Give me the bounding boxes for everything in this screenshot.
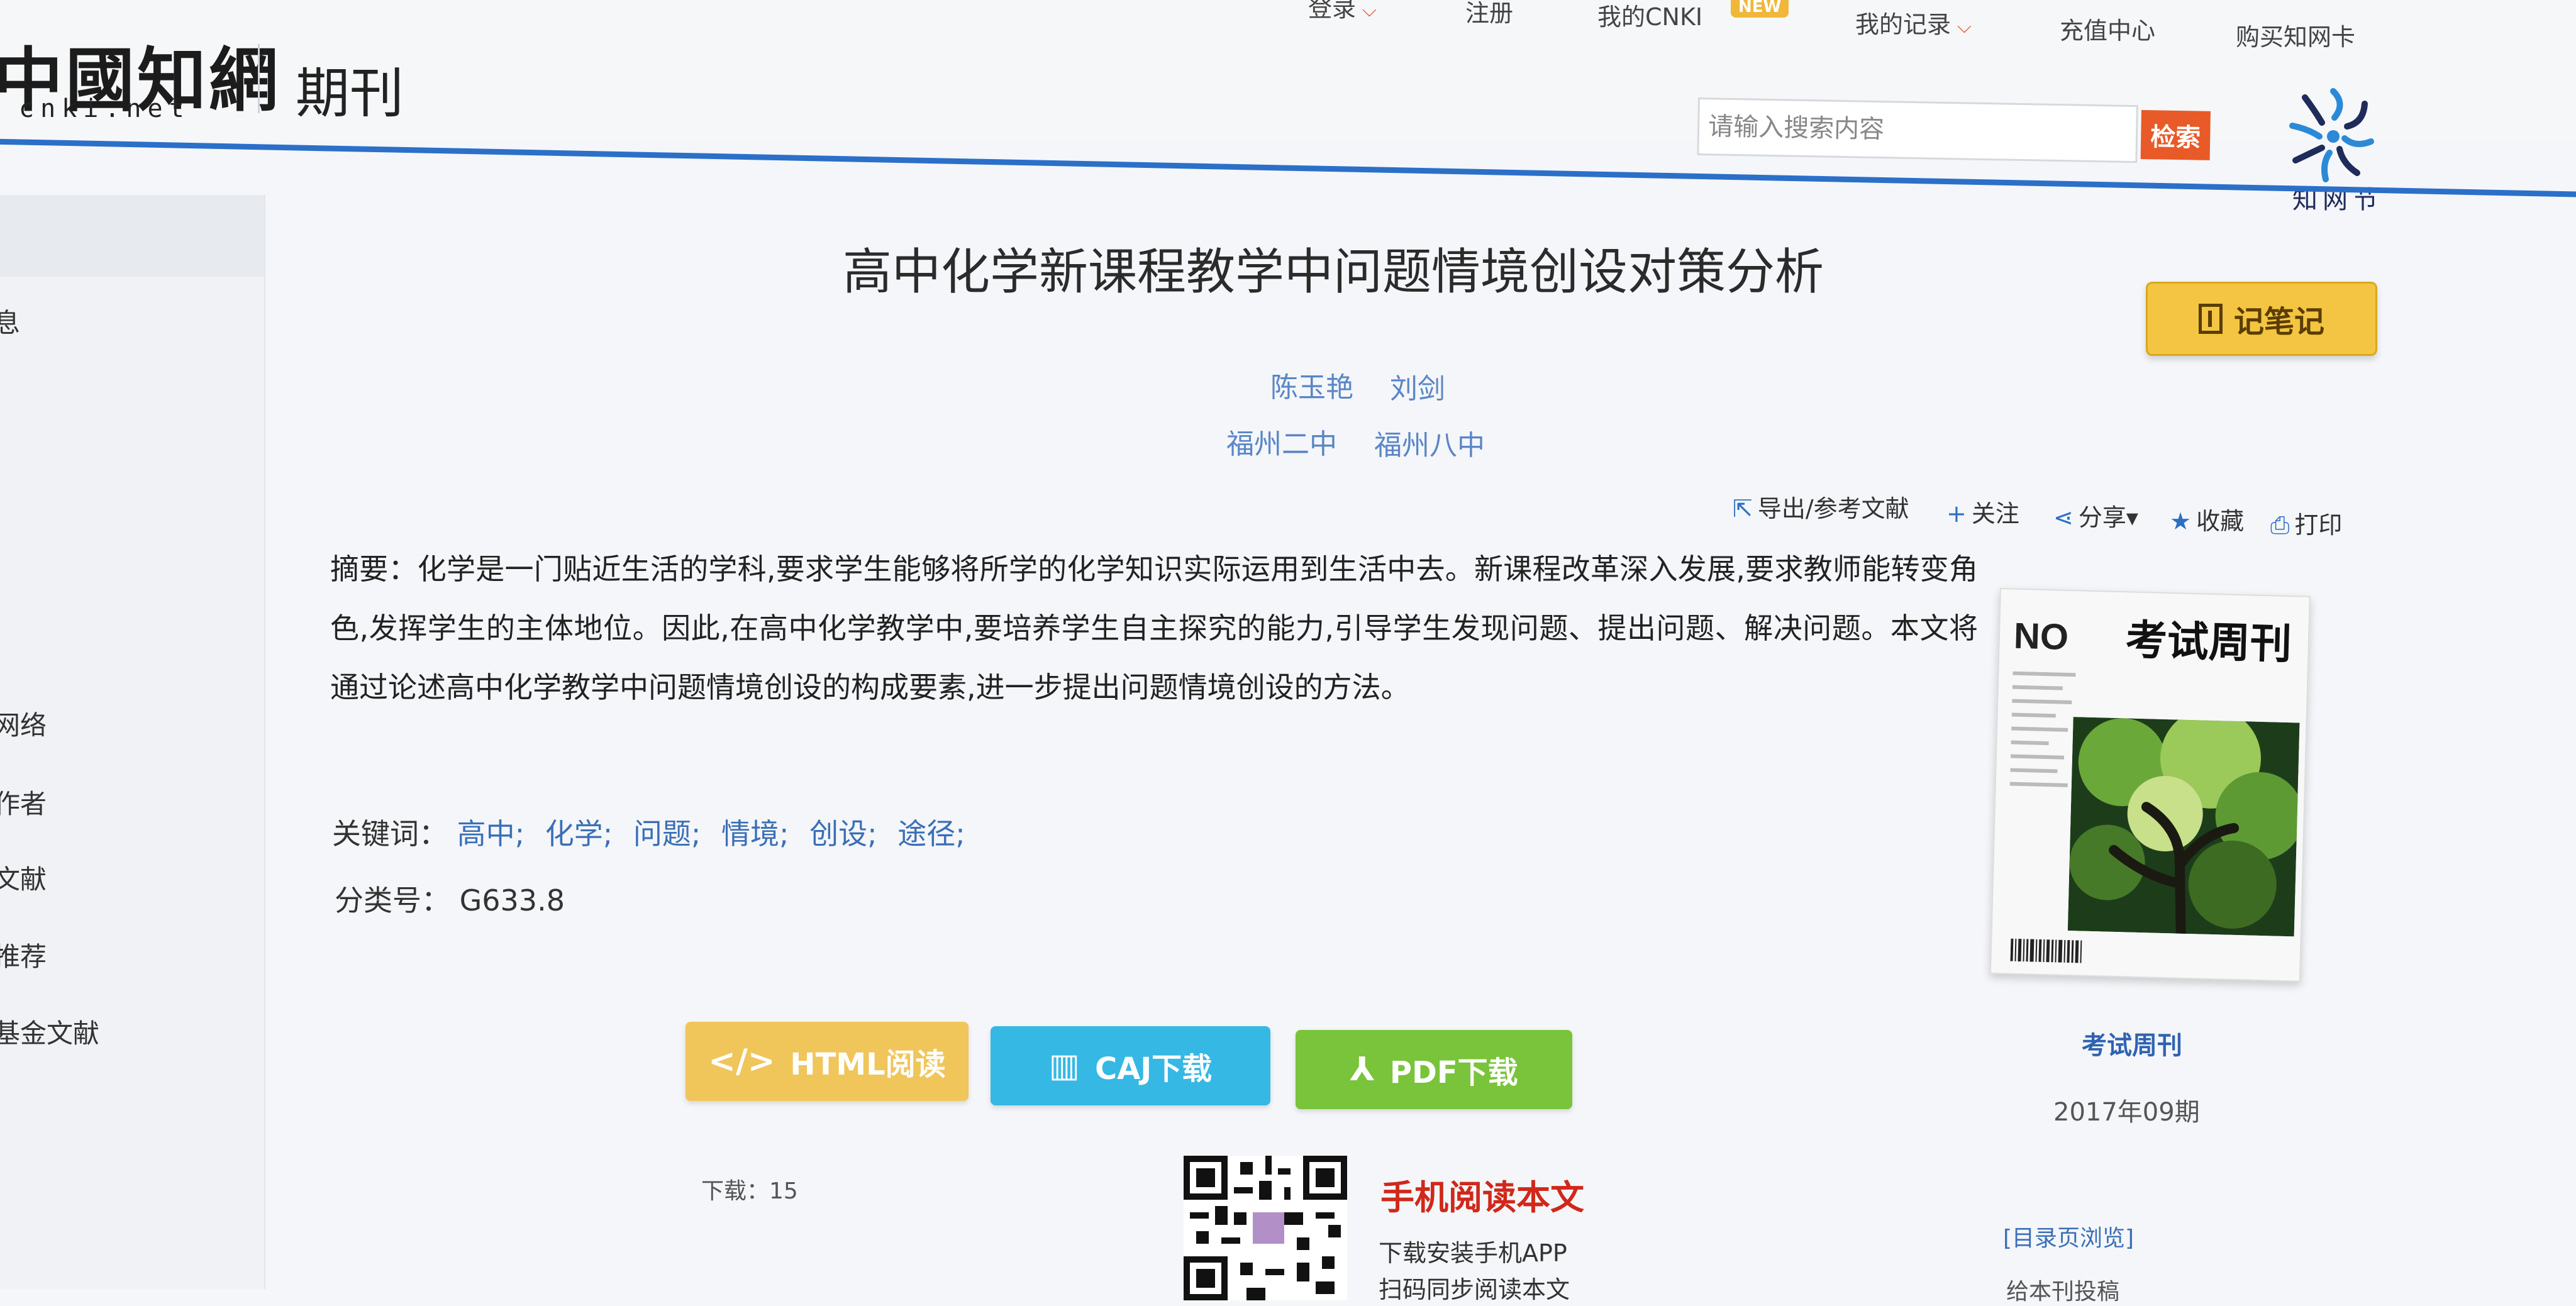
export-label: 导出/参考文献	[1757, 495, 1909, 523]
classification-number: 分类号： G633.8	[335, 878, 565, 919]
header-divider	[258, 44, 260, 113]
html-read-button[interactable]: </> HTML阅读	[686, 1022, 969, 1101]
abstract-label: 摘要：	[330, 552, 418, 586]
cover-tree-photo	[2067, 717, 2300, 937]
organization-link[interactable]: 福州二中	[1226, 421, 1337, 462]
sidebar-item-network[interactable]: 网络	[0, 704, 47, 743]
mobile-app-hint: 下载安装手机APP	[1379, 1239, 1567, 1267]
register-link[interactable]: 注册	[1465, 0, 1513, 28]
share-label: 分享	[2078, 504, 2126, 531]
plus-icon: +	[1946, 500, 1967, 528]
cnki-logo-subtext: cnki.net	[19, 94, 191, 123]
caj-download-label: CAJ下载	[1094, 1051, 1213, 1087]
html-read-label: HTML阅读	[790, 1047, 946, 1082]
recharge-link[interactable]: 充值中心	[2060, 11, 2155, 46]
toc-browse-link[interactable]: [目录页浏览]	[2003, 1220, 2134, 1253]
take-note-label: 记笔记	[2233, 304, 2324, 340]
abstract-text: 化学是一门贴近生活的学科,要求学生能够将所学的化学知识实际运用到生活中去。新课程…	[330, 552, 1978, 704]
follow-button[interactable]: + 关注	[1946, 494, 2019, 529]
author-link[interactable]: 刘剑	[1390, 366, 1445, 406]
export-citation-button[interactable]: ⇱ 导出/参考文献	[1733, 489, 1909, 524]
classification-label: 分类号：	[335, 883, 450, 917]
share-button[interactable]: ⋖ 分享▾	[2053, 498, 2138, 533]
barcode-icon	[2010, 938, 2082, 963]
search-button[interactable]: 检索	[2140, 110, 2211, 160]
code-icon: </>	[708, 1043, 775, 1080]
chevron-down-icon: ⌵	[1957, 16, 1972, 38]
keyword-link[interactable]: 情境;	[721, 817, 789, 851]
pdf-download-button[interactable]: ⅄ PDF下载	[1296, 1030, 1572, 1109]
sidebar-item-info[interactable]: 息	[0, 302, 20, 340]
keywords-label: 关键词：	[332, 817, 448, 851]
cover-title: 考试周刊	[2124, 615, 2292, 669]
print-label: 打印	[2294, 511, 2343, 539]
journal-issue-link[interactable]: 2017年09期	[2053, 1092, 2200, 1128]
keyword-link[interactable]: 高中;	[457, 817, 525, 851]
my-cnki-link[interactable]: 我的CNKI	[1597, 0, 1702, 32]
open-book-icon: ▥	[1048, 1047, 1080, 1085]
qr-code-icon	[1184, 1156, 1347, 1300]
festival-label: 知网节	[2292, 185, 2383, 214]
share-icon: ⋖	[2053, 504, 2074, 531]
organization-link[interactable]: 福州八中	[1374, 423, 1485, 463]
pdf-download-label: PDF下载	[1389, 1055, 1518, 1090]
chevron-down-icon: ▾	[2126, 504, 2138, 531]
sidebar-item-literature[interactable]: 文献	[0, 858, 47, 897]
login-link[interactable]: 登录 ⌵	[1308, 0, 1377, 23]
sidebar-item-authors[interactable]: 作者	[0, 783, 47, 821]
cover-issue-number: NO	[2013, 615, 2069, 658]
printer-icon: ⎙	[2270, 511, 2290, 539]
chevron-down-icon: ⌵	[1362, 0, 1377, 21]
login-label: 登录	[1308, 0, 1357, 22]
new-badge: NEW	[1731, 0, 1789, 18]
favorite-button[interactable]: ★ 收藏	[2170, 502, 2244, 536]
submit-to-journal-link[interactable]: 给本刊投稿	[2006, 1273, 2119, 1306]
article-title: 高中化学新课程教学中问题情境创设对策分析	[843, 244, 1824, 301]
author-link[interactable]: 陈玉艳	[1270, 365, 1353, 405]
keyword-link[interactable]: 问题;	[633, 817, 701, 851]
export-icon: ⇱	[1733, 495, 1753, 523]
buy-card-link[interactable]: 购买知网卡	[2236, 18, 2355, 52]
follow-label: 关注	[1971, 500, 2019, 528]
journal-name-link[interactable]: 考试周刊	[2082, 1025, 2182, 1061]
download-count-label: 下载：	[701, 1178, 770, 1204]
my-records-link[interactable]: 我的记录 ⌵	[1855, 5, 1972, 40]
pdf-icon: ⅄	[1350, 1051, 1375, 1088]
classification-value: G633.8	[459, 883, 565, 917]
sidebar-item-recommend[interactable]: 推荐	[0, 936, 47, 974]
take-note-button[interactable]: 记笔记	[2146, 282, 2377, 356]
keyword-link[interactable]: 途径;	[897, 817, 965, 851]
keywords: 关键词： 高中; 化学; 问题; 情境; 创设; 途径;	[332, 811, 977, 853]
my-records-label: 我的记录	[1855, 11, 1951, 38]
keyword-link[interactable]: 创设;	[809, 817, 877, 851]
favorite-label: 收藏	[2196, 507, 2245, 535]
download-count: 下载：15	[701, 1173, 798, 1205]
search-input[interactable]	[1697, 97, 2138, 163]
section-title: 期刊	[296, 62, 404, 125]
caj-download-button[interactable]: ▥ CAJ下载	[991, 1026, 1270, 1105]
mobile-read-title[interactable]: 手机阅读本文	[1380, 1170, 1584, 1219]
abstract: 摘要：化学是一门贴近生活的学科,要求学生能够将所学的化学知识实际运用到生活中去。…	[330, 540, 1978, 717]
notebook-icon	[2198, 304, 2223, 334]
download-count-value: 15	[769, 1178, 798, 1204]
keyword-link[interactable]: 化学;	[545, 817, 613, 851]
print-button[interactable]: ⎙ 打印	[2270, 506, 2342, 540]
sidebar-item-fund-literature[interactable]: 基金文献	[0, 1012, 99, 1051]
sidebar-header	[0, 195, 264, 277]
journal-cover[interactable]: NO 考试周刊	[1989, 588, 2311, 982]
star-icon: ★	[2170, 507, 2192, 535]
